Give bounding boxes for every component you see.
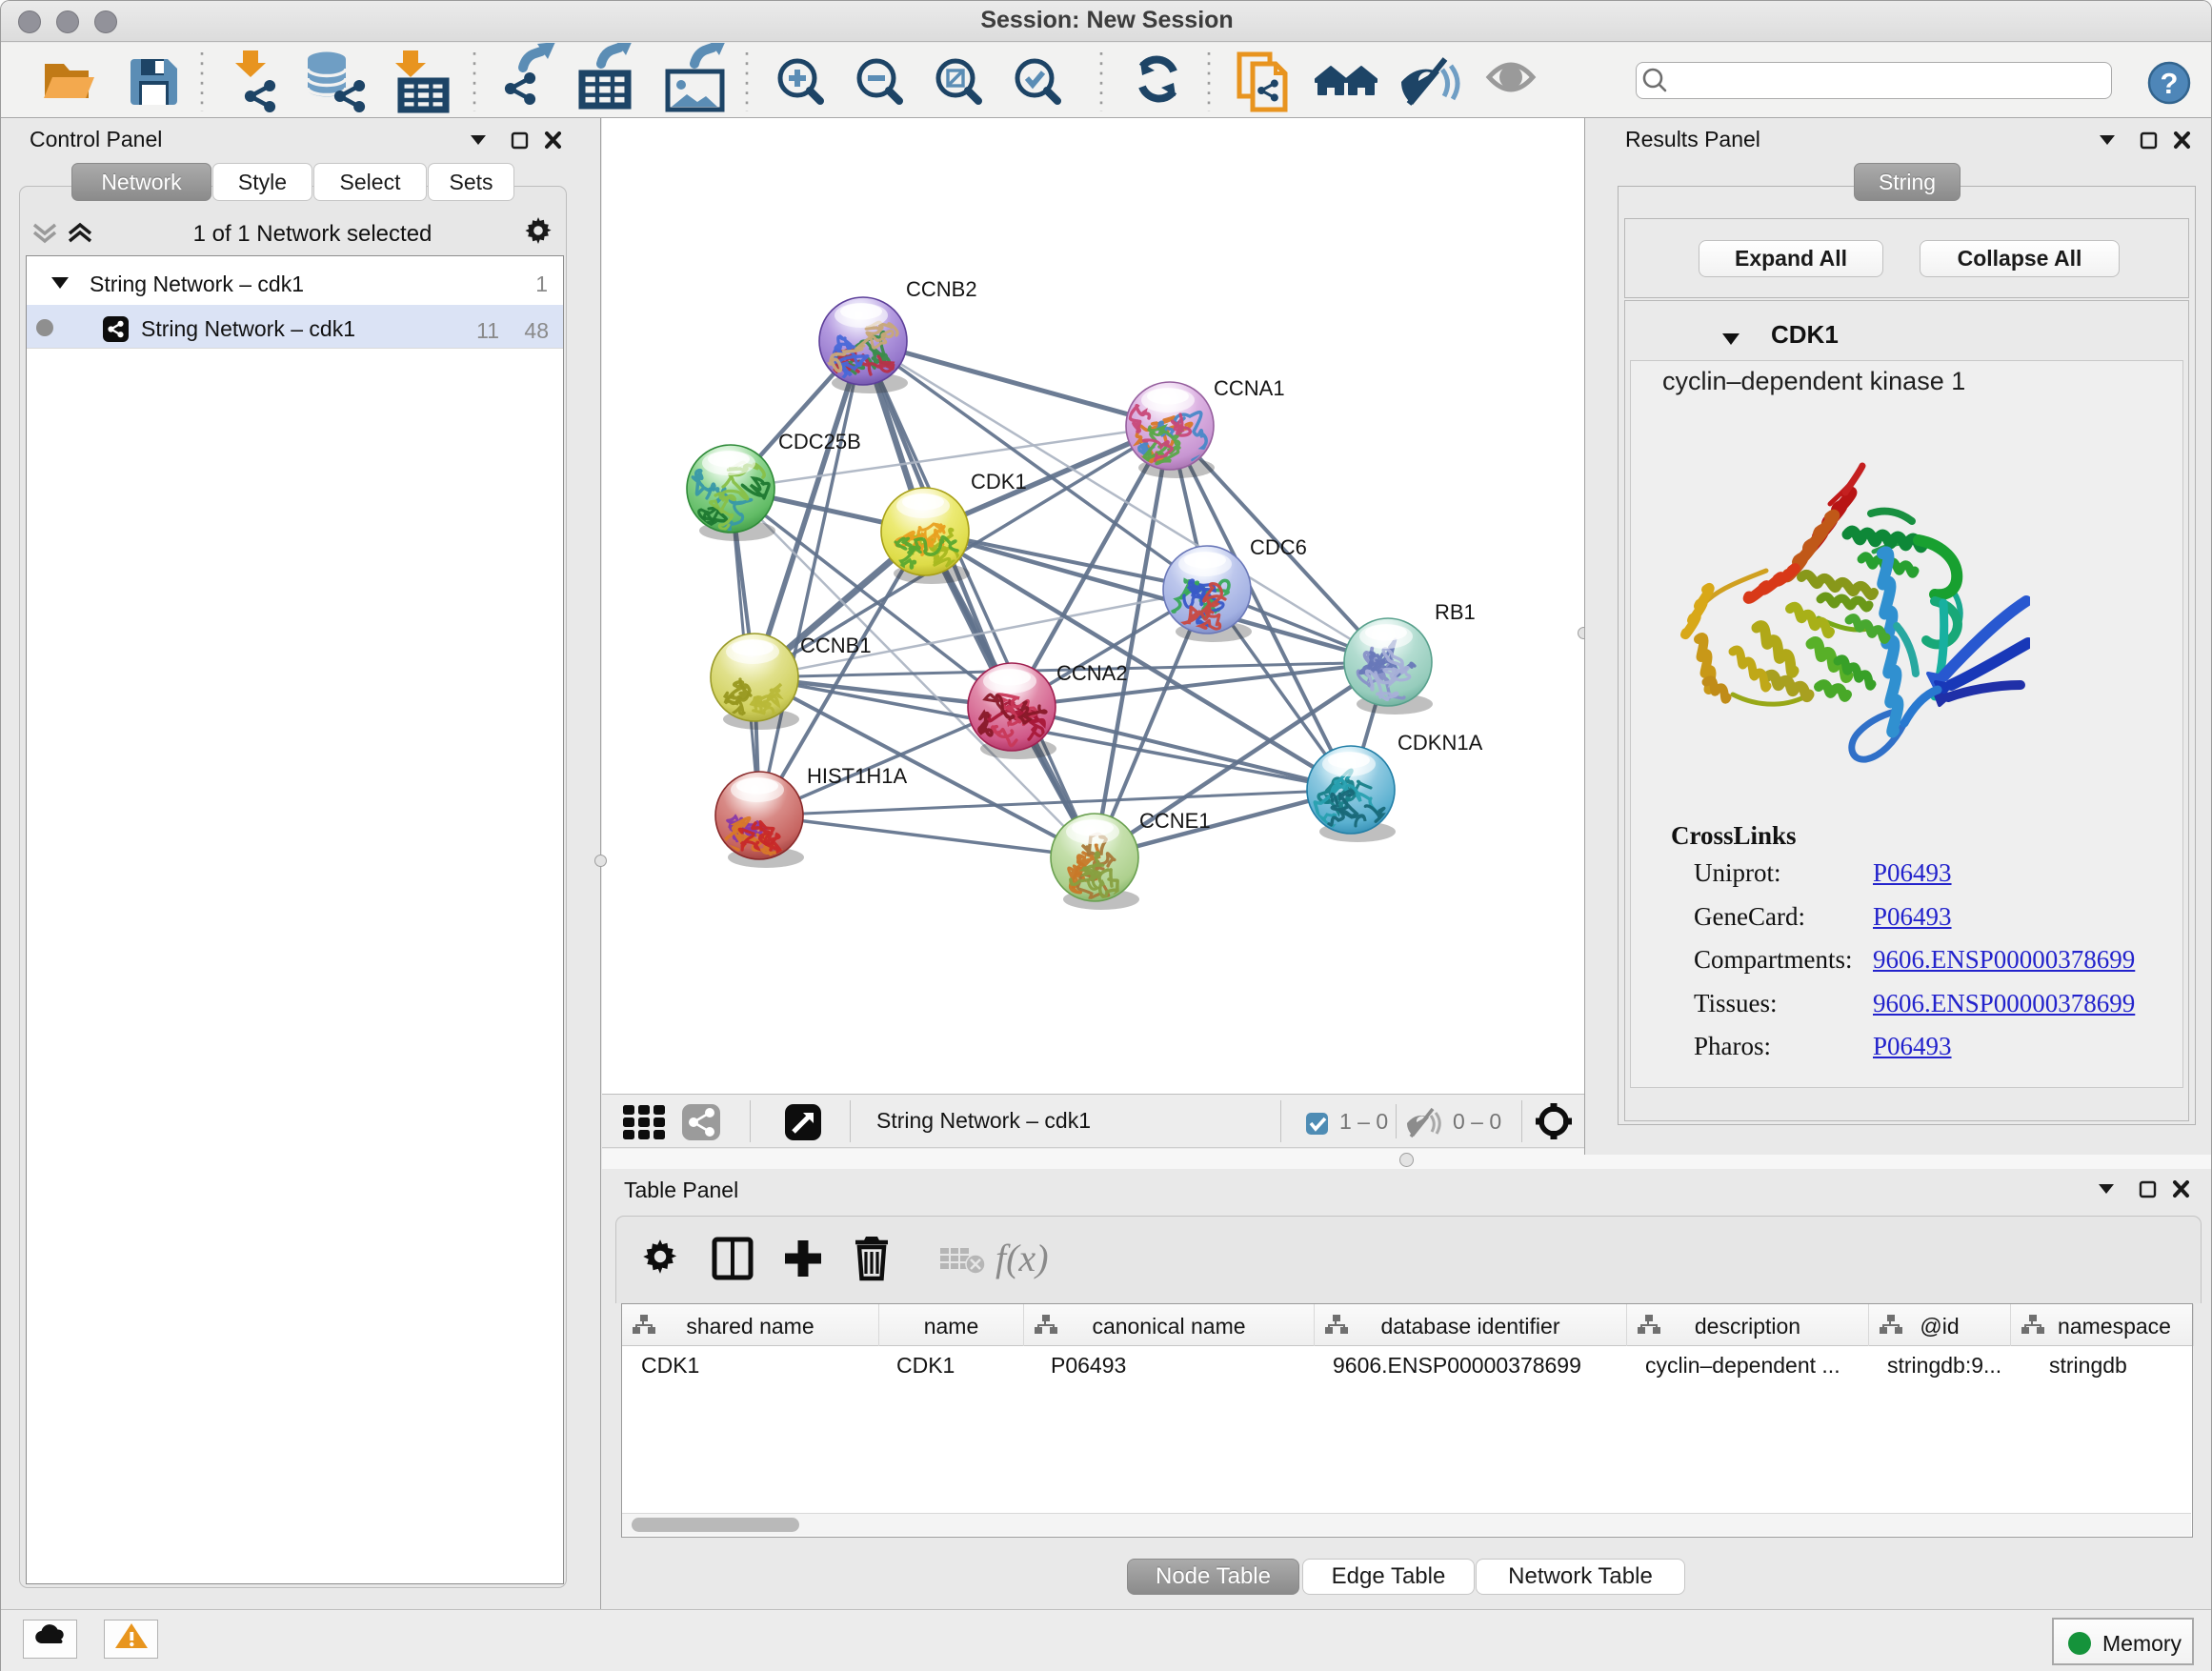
svg-text:CDKN1A: CDKN1A [1398, 731, 1483, 755]
svg-text:?: ? [2161, 67, 2179, 100]
svg-text:CCNB2: CCNB2 [906, 277, 977, 301]
svg-text:CDC6: CDC6 [1250, 535, 1307, 559]
svg-text:CDK1: CDK1 [971, 470, 1027, 493]
svg-text:f(x): f(x) [995, 1237, 1049, 1279]
svg-text:RB1: RB1 [1435, 600, 1476, 624]
svg-text:CCNE1: CCNE1 [1139, 809, 1211, 833]
svg-text:HIST1H1A: HIST1H1A [807, 764, 907, 788]
svg-text:CCNB1: CCNB1 [800, 634, 872, 657]
svg-text:CCNA2: CCNA2 [1056, 661, 1128, 685]
svg-text:CCNA1: CCNA1 [1214, 376, 1285, 400]
svg-text:CDC25B: CDC25B [778, 430, 861, 453]
